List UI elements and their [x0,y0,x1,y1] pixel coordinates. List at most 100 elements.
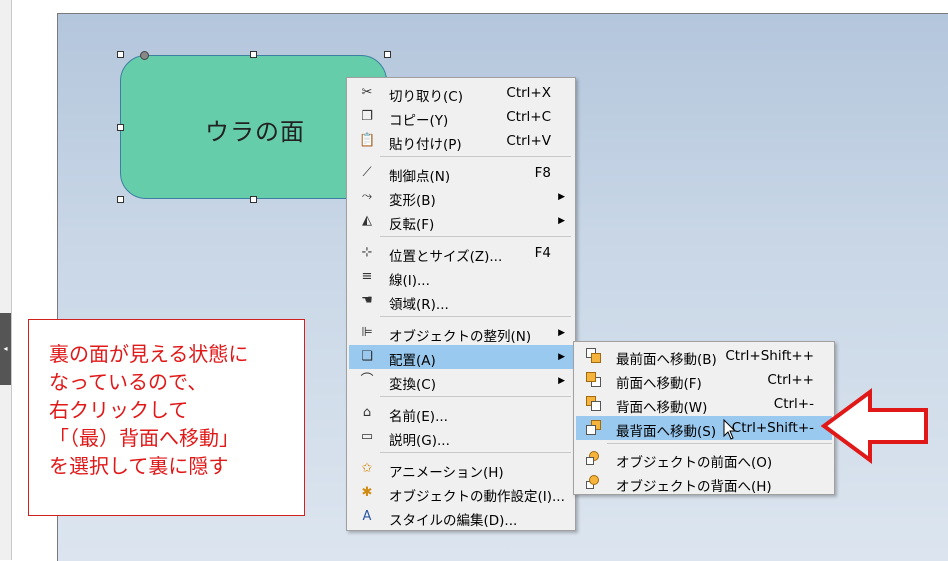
selection-handle[interactable] [384,51,391,58]
menu-item-label: 切り取り(C) [389,89,463,105]
scissors-icon: ✂ [361,85,373,100]
menu-item-label: スタイルの編集(D)... [389,513,518,529]
selection-handle[interactable] [117,124,124,131]
arrange-icon: ❏ [361,349,373,364]
menu-separator [380,236,571,237]
convert-icon: ⌒ [360,373,374,388]
submenu-item-shortcut: Ctrl+Shift++ [725,348,814,364]
menu-item-label: 配置(A) [389,353,436,369]
line-icon: ≡ [361,269,373,284]
submenu-item-shortcut: Ctrl+Shift+- [731,420,814,436]
copy-icon: ❐ [361,109,373,124]
menu-item-area[interactable]: ☚ 領域(R)... [349,289,573,313]
menu-separator [380,396,571,397]
transform-icon: ⤳ [361,189,373,204]
menu-separator [607,443,832,444]
context-menu: ✂ 切り取り(C) Ctrl+X ❐ コピー(Y) Ctrl+C 📋 貼り付け(… [346,77,576,531]
menu-item-convert[interactable]: ⌒ 変換(C) ▶ [349,369,573,393]
submenu-arrow-icon: ▶ [558,216,565,226]
send-to-back-icon [586,420,602,436]
bring-forward-icon [586,372,602,388]
area-icon: ☚ [361,293,373,308]
menu-item-flip[interactable]: ◭ 反転(F) ▶ [349,209,573,233]
menu-item-label: 線(I)... [389,273,430,289]
menu-item-shortcut: Ctrl+C [506,109,551,125]
menu-item-control-points[interactable]: ⟋ 制御点(N) F8 [349,161,573,185]
submenu-item-label: オブジェクトの前面へ(O) [616,455,773,471]
note-line: を選択して裏に隠す [49,454,229,478]
submenu-item-shortcut: Ctrl++ [767,372,814,388]
menu-item-cut[interactable]: ✂ 切り取り(C) Ctrl+X [349,81,573,105]
selection-handle[interactable] [117,196,124,203]
selection-handle[interactable] [250,196,257,203]
menu-item-label: オブジェクトの動作設定(I)... [389,489,565,505]
selection-handle[interactable] [250,51,257,58]
name-icon: ⌂ [362,405,372,420]
description-icon: ▭ [360,429,374,444]
flip-icon: ◭ [362,213,372,228]
annotation-note: 裏の面が見える状態に なっているので、 右クリックして 「（最）背面へ移動」 を… [28,319,305,516]
submenu-item-bring-forward[interactable]: 前面へ移動(F) Ctrl++ [576,368,832,392]
menu-item-label: 領域(R)... [389,297,449,313]
menu-separator [380,452,571,453]
submenu-item-bring-to-front[interactable]: 最前面へ移動(B) Ctrl+Shift++ [576,344,832,368]
note-line: 裏の面が見える状態に [49,342,249,366]
submenu-item-behind-object[interactable]: オブジェクトの背面へ(H) [576,471,832,495]
menu-item-line[interactable]: ≡ 線(I)... [349,265,573,289]
submenu-item-label: 最背面へ移動(S) [616,424,717,440]
menu-item-shortcut: F8 [534,165,551,181]
note-line: 右クリックして [49,398,189,422]
menu-item-label: 制御点(N) [389,169,451,185]
menu-item-label: 貼り付け(P) [389,137,462,153]
note-line: なっているので、 [49,370,208,394]
top-bar [0,0,948,14]
menu-item-paste[interactable]: 📋 貼り付け(P) Ctrl+V [349,129,573,153]
menu-item-edit-style[interactable]: A スタイルの編集(D)... [349,505,573,529]
rotation-handle[interactable] [140,51,149,60]
submenu-item-label: オブジェクトの背面へ(H) [616,479,772,495]
menu-item-shortcut: Ctrl+V [506,133,551,149]
menu-item-transform[interactable]: ⤳ 変形(B) ▶ [349,185,573,209]
submenu-item-send-backward[interactable]: 背面へ移動(W) Ctrl+- [576,392,832,416]
menu-item-shortcut: Ctrl+X [506,85,551,101]
menu-item-label: コピー(Y) [389,113,449,129]
menu-item-label: 説明(G)... [389,433,450,449]
behind-object-icon [586,475,602,491]
menu-item-description[interactable]: ▭ 説明(G)... [349,425,573,449]
menu-item-label: 反転(F) [389,217,435,233]
selection-handle[interactable] [117,51,124,58]
mouse-cursor-icon [723,419,737,440]
menu-separator [380,316,571,317]
menu-separator [380,156,571,157]
bring-to-front-icon [586,348,602,364]
paste-icon: 📋 [359,133,376,148]
menu-item-align-objects[interactable]: ⊫ オブジェクトの整列(N) ▶ [349,321,573,345]
callout-arrow-icon [820,388,928,464]
edit-style-icon: A [362,509,372,524]
menu-item-label: 変形(B) [389,193,436,209]
menu-item-copy[interactable]: ❐ コピー(Y) Ctrl+C [349,105,573,129]
sidebar-toggle-handle[interactable]: ◂ [0,313,11,385]
menu-item-interaction[interactable]: ✱ オブジェクトの動作設定(I)... [349,481,573,505]
menu-item-position-size[interactable]: ⊹ 位置とサイズ(Z)... F4 [349,241,573,265]
menu-item-label: 位置とサイズ(Z)... [389,249,503,265]
control-points-icon: ⟋ [362,165,372,180]
menu-item-animation[interactable]: ✩ アニメーション(H) [349,457,573,481]
menu-item-label: 名前(E)... [389,409,448,425]
submenu-item-label: 背面へ移動(W) [616,400,708,416]
submenu-item-shortcut: Ctrl+- [773,396,814,412]
menu-item-label: アニメーション(H) [389,465,504,481]
submenu-item-send-to-back[interactable]: 最背面へ移動(S) Ctrl+Shift+- [576,416,832,440]
submenu-item-in-front-of-object[interactable]: オブジェクトの前面へ(O) [576,447,832,471]
submenu-item-label: 最前面へ移動(B) [616,352,717,368]
menu-item-arrange[interactable]: ❏ 配置(A) ▶ [349,345,573,369]
submenu-arrow-icon: ▶ [558,328,565,338]
submenu-arrow-icon: ▶ [558,352,565,362]
arrange-submenu: 最前面へ移動(B) Ctrl+Shift++ 前面へ移動(F) Ctrl++ 背… [573,341,835,495]
position-size-icon: ⊹ [361,245,373,260]
menu-item-name[interactable]: ⌂ 名前(E)... [349,401,573,425]
interaction-icon: ✱ [361,485,373,500]
menu-item-label: オブジェクトの整列(N) [389,329,532,345]
menu-item-label: 変換(C) [389,377,436,393]
animation-icon: ✩ [361,461,373,476]
